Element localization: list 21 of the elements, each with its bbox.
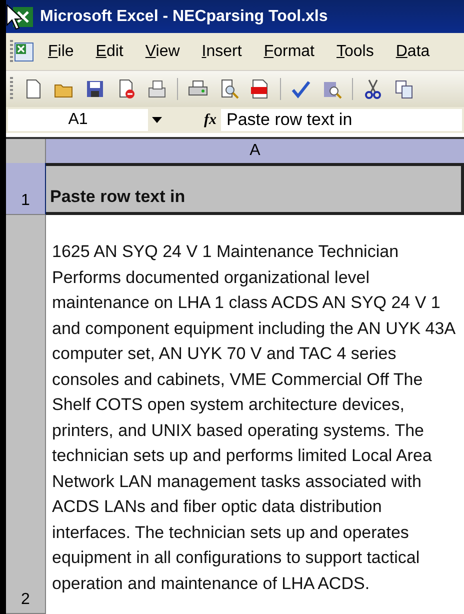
menu-item[interactable]: Format xyxy=(252,42,326,60)
menu-item[interactable]: File xyxy=(37,42,85,60)
scissors-icon[interactable] xyxy=(362,78,384,100)
save-icon[interactable] xyxy=(84,78,106,100)
function-label[interactable]: fx xyxy=(204,112,216,128)
menu-item[interactable]: Data xyxy=(384,42,441,60)
row-header[interactable]: 2 xyxy=(6,215,46,614)
window-title: Microsoft Excel - NECparsing Tool.xls xyxy=(40,8,328,26)
mouse-pointer-icon xyxy=(6,4,24,30)
menu-item[interactable]: View xyxy=(134,42,191,60)
column-header[interactable]: A xyxy=(46,139,464,165)
menu-item[interactable]: Edit xyxy=(84,42,134,60)
menu-item[interactable]: Insert xyxy=(190,42,253,60)
formula-field[interactable]: Paste row text in xyxy=(220,109,462,131)
copy-icon[interactable] xyxy=(393,78,415,100)
dropdown-caret-icon[interactable] xyxy=(152,117,162,123)
spelling-check-icon[interactable] xyxy=(290,78,312,100)
menu-item[interactable]: Tools xyxy=(326,42,385,60)
name-box[interactable]: A1 xyxy=(8,109,148,131)
table-cell: Paste row text in xyxy=(46,163,464,215)
row-header[interactable]: 1 xyxy=(6,163,46,215)
